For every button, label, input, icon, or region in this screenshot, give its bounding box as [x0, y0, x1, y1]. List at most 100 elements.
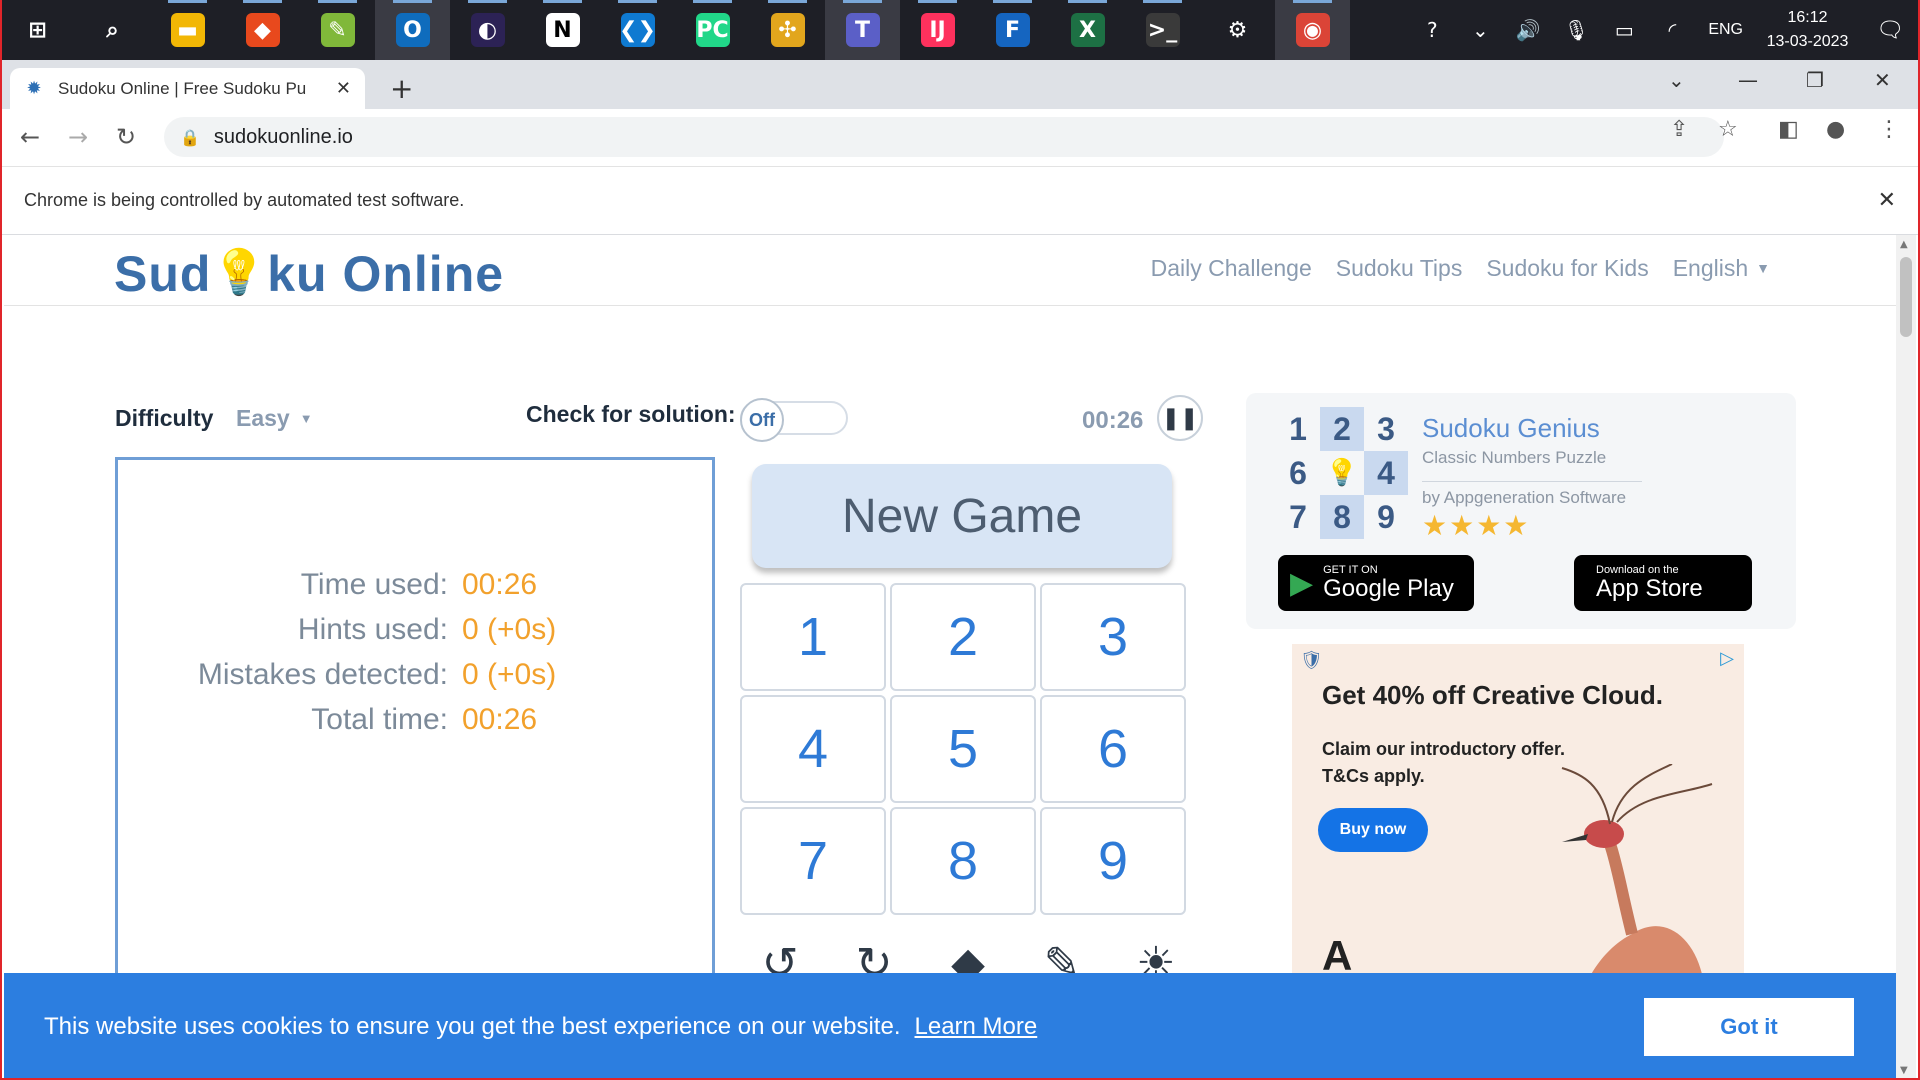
google-play-button[interactable]: ▶ GET IT ON Google Play [1278, 555, 1474, 611]
site-logo[interactable]: Sud💡ku Online [114, 245, 504, 303]
number-key-2[interactable]: 2 [890, 583, 1036, 691]
tab-close-icon[interactable]: ✕ [336, 78, 351, 99]
app-store-button[interactable]: Download on the App Store [1574, 555, 1752, 611]
settings-icon[interactable]: ⚙ [1200, 0, 1275, 60]
ad-buy-now-button[interactable]: Buy now [1318, 808, 1428, 852]
battery-icon[interactable]: ▭ [1600, 0, 1648, 60]
page-scrollbar[interactable]: ▲ ▼ [1896, 235, 1916, 1080]
site-nav: Daily Challenge Sudoku Tips Sudoku for K… [1151, 255, 1770, 282]
adchoices-icon[interactable]: ▷ [1720, 648, 1734, 669]
site-header: Sud💡ku Online Daily Challenge Sudoku Tip… [4, 235, 1896, 306]
language-indicator[interactable]: ENG [1696, 21, 1755, 39]
chevron-up-icon[interactable]: ⌄ [1456, 0, 1504, 60]
sudoku-favicon-icon: ✹ [26, 78, 42, 99]
chrome-menu-icon[interactable]: ⋮ [1878, 117, 1900, 142]
volume-icon[interactable]: 🔊 [1504, 0, 1552, 60]
nav-sudoku-tips[interactable]: Sudoku Tips [1336, 255, 1463, 282]
number-key-9[interactable]: 9 [1040, 807, 1186, 915]
pycharm-icon-glyph: PC [695, 13, 730, 47]
side-panel-icon[interactable]: ◧ [1778, 117, 1799, 142]
teams-icon-glyph: T [845, 13, 880, 47]
chrome-icon[interactable]: ◉ [1275, 0, 1350, 60]
number-key-1[interactable]: 1 [740, 583, 886, 691]
f-app-icon[interactable]: F [975, 0, 1050, 60]
scrollbar-thumb[interactable] [1900, 257, 1912, 337]
puzzle-app-icon[interactable]: ✣ [750, 0, 825, 60]
language-select[interactable]: English ▼ [1673, 255, 1770, 282]
teams-icon[interactable]: T [825, 0, 900, 60]
excel-icon[interactable]: X [1050, 0, 1125, 60]
google-play-big-text: Google Play [1323, 575, 1454, 602]
browser-tabstrip: ✹ Sudoku Online | Free Sudoku Pu ✕ + ⌄ —… [0, 60, 1920, 109]
outlook-icon[interactable]: O [375, 0, 450, 60]
puzzle-app-icon-glyph: ✣ [770, 13, 805, 47]
terminal-icon[interactable]: >_ [1125, 0, 1200, 60]
url-text[interactable]: sudokuonline.io [214, 126, 353, 149]
help-icon[interactable]: ? [1408, 0, 1456, 60]
infobar-close-icon[interactable]: ✕ [1878, 188, 1896, 213]
difficulty-select[interactable]: Easy ▼ [236, 405, 313, 432]
forward-icon[interactable]: → [68, 123, 88, 151]
back-icon[interactable]: ← [20, 123, 40, 151]
number-key-6[interactable]: 6 [1040, 695, 1186, 803]
logo-text-start: Sud [114, 246, 212, 302]
eclipse-icon[interactable]: ◐ [450, 0, 525, 60]
lock-icon[interactable]: 🔒 [180, 128, 200, 147]
bookmark-star-icon[interactable]: ☆ [1718, 117, 1738, 142]
pause-button[interactable]: ❚❚ [1157, 395, 1203, 441]
learn-more-link[interactable]: Learn More [915, 1013, 1038, 1041]
number-key-3[interactable]: 3 [1040, 583, 1186, 691]
clock-date: 13-03-2023 [1766, 33, 1849, 50]
nav-sudoku-for-kids[interactable]: Sudoku for Kids [1486, 255, 1648, 282]
number-key-8[interactable]: 8 [890, 807, 1036, 915]
stat-value: 00:26 [462, 703, 538, 736]
language-label: English [1672, 255, 1749, 281]
number-key-4[interactable]: 4 [740, 695, 886, 803]
number-key-7[interactable]: 7 [740, 807, 886, 915]
check-solution-toggle[interactable]: Off [740, 398, 848, 442]
clock[interactable]: 16:12 13-03-2023 [1755, 6, 1860, 54]
profile-avatar-icon[interactable]: ● [1826, 117, 1845, 142]
app-promo-card[interactable]: 1 2 3 6 💡 4 7 8 9 Sudoku Genius Classic Numbers … [1246, 393, 1796, 629]
minimize-icon[interactable]: — [1738, 68, 1758, 92]
tab-search-icon[interactable]: ⌄ [1668, 68, 1685, 92]
taskbar-apps: ⊞ ⌕ ▬ ◆ ✎ O ◐ N ❮❯ PC ✣ T IJ F X >_ ⚙ ◉ [0, 0, 1350, 60]
stat-label: Time used: [300, 568, 448, 601]
address-bar[interactable]: 🔒 sudokuonline.io [164, 117, 1724, 157]
file-explorer-icon[interactable]: ▬ [150, 0, 225, 60]
promo-grid-cell: 8 [1320, 495, 1364, 539]
tab-title: Sudoku Online | Free Sudoku Pu [58, 78, 307, 98]
scroll-down-icon[interactable]: ▼ [1900, 1065, 1908, 1076]
number-key-5[interactable]: 5 [890, 695, 1036, 803]
share-icon[interactable]: ⇪ [1670, 117, 1688, 142]
brave-browser-icon[interactable]: ◆ [225, 0, 300, 60]
promo-grid-cell: 3 [1377, 410, 1395, 447]
promo-title[interactable]: Sudoku Genius [1422, 413, 1600, 444]
new-tab-button[interactable]: + [390, 72, 413, 105]
search-icon[interactable]: ⌕ [75, 0, 150, 60]
new-game-button[interactable]: New Game [752, 464, 1172, 568]
got-it-button[interactable]: Got it [1644, 998, 1854, 1056]
scroll-up-icon[interactable]: ▲ [1900, 239, 1908, 250]
stat-label: Total time: [311, 703, 448, 736]
cookie-message: This website uses cookies to ensure you … [44, 1012, 901, 1040]
browser-tab[interactable]: ✹ Sudoku Online | Free Sudoku Pu ✕ [10, 68, 365, 109]
stat-label: Mistakes detected: [197, 658, 448, 691]
wifi-icon[interactable]: ◜ [1648, 0, 1696, 60]
nav-daily-challenge[interactable]: Daily Challenge [1151, 255, 1312, 282]
infobar-message: Chrome is being controlled by automated … [24, 190, 465, 210]
pycharm-icon[interactable]: PC [675, 0, 750, 60]
reload-icon[interactable]: ↻ [116, 123, 136, 151]
lightbulb-icon: 💡 [1325, 458, 1359, 488]
notepadplusplus-icon[interactable]: ✎ [300, 0, 375, 60]
intellij-icon[interactable]: IJ [900, 0, 975, 60]
promo-subtitle: Classic Numbers Puzzle [1422, 448, 1607, 467]
notifications-icon[interactable]: 🗨 [1860, 0, 1920, 60]
microphone-icon[interactable]: 🎙 [1552, 0, 1600, 60]
window-close-icon[interactable]: ✕ [1874, 68, 1891, 92]
notion-icon[interactable]: N [525, 0, 600, 60]
notion-icon-glyph: N [545, 13, 580, 47]
windows-start-icon[interactable]: ⊞ [0, 0, 75, 60]
restore-icon[interactable]: ❐ [1806, 68, 1824, 92]
vscode-icon[interactable]: ❮❯ [600, 0, 675, 60]
